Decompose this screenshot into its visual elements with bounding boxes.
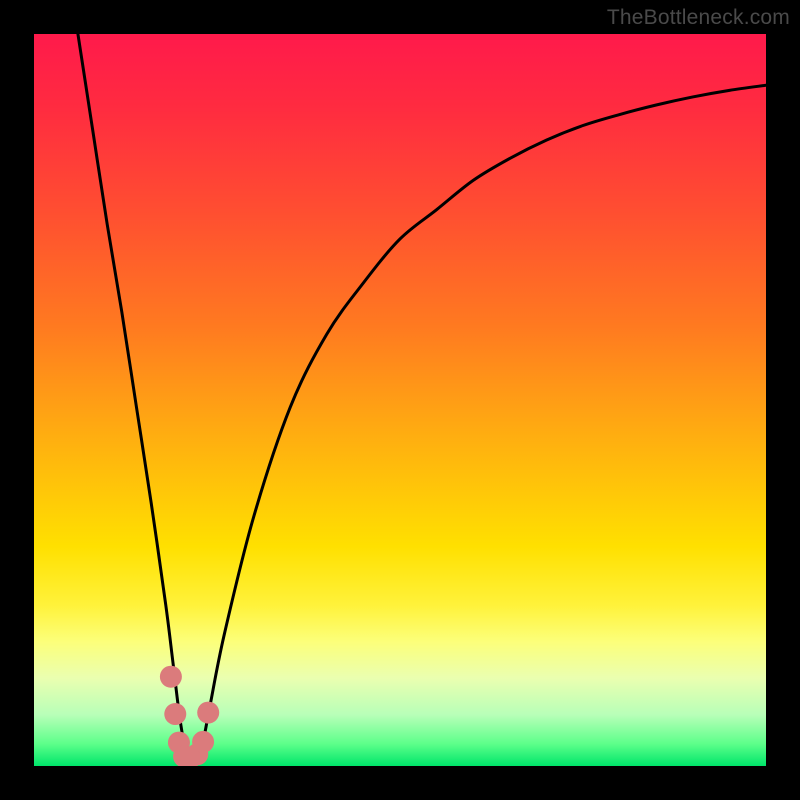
trough-marker	[197, 702, 219, 724]
trough-marker	[160, 666, 182, 688]
plot-area	[34, 34, 766, 766]
watermark-text: TheBottleneck.com	[607, 6, 790, 30]
outer-frame: TheBottleneck.com	[0, 0, 800, 800]
bottleneck-curve	[78, 34, 766, 762]
trough-marker	[164, 703, 186, 725]
curve-layer	[34, 34, 766, 766]
trough-markers	[160, 666, 219, 766]
trough-marker	[192, 731, 214, 753]
